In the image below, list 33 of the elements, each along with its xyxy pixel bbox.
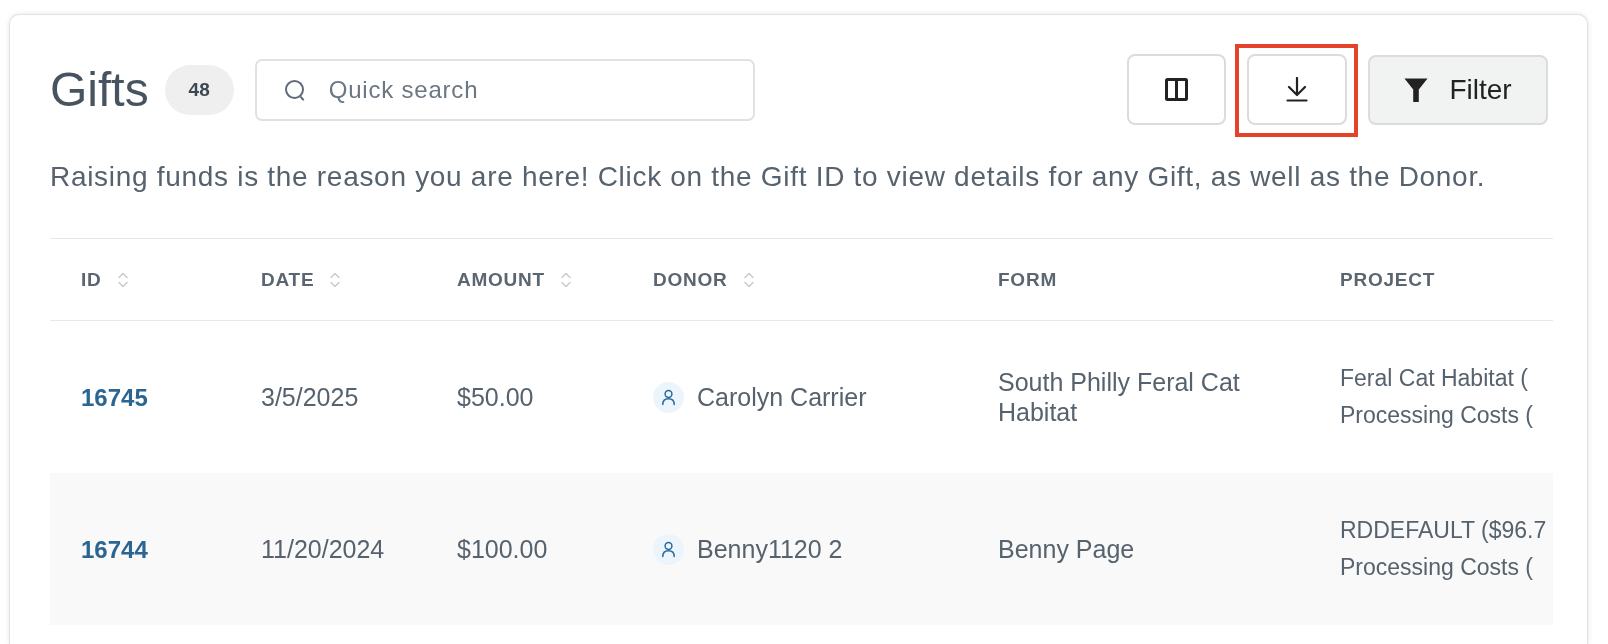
column-header[interactable]: DATE bbox=[261, 268, 315, 291]
donor-name: Carolyn Carrier bbox=[697, 382, 867, 412]
filter-icon bbox=[1404, 77, 1429, 102]
gift-amount: $100.00 bbox=[457, 534, 548, 563]
gift-id-link[interactable]: 16745 bbox=[81, 383, 148, 411]
gift-date: 3/5/2025 bbox=[261, 382, 359, 411]
form-name: Benny Page bbox=[998, 535, 1135, 563]
gift-id-link[interactable]: 16744 bbox=[81, 535, 148, 563]
column-header[interactable]: AMOUNT bbox=[457, 268, 545, 291]
columns-button[interactable] bbox=[1127, 54, 1226, 125]
column-header[interactable]: ID bbox=[81, 268, 102, 291]
gift-date: 11/20/2024 bbox=[261, 534, 385, 563]
search-field[interactable]: Quick search bbox=[254, 58, 755, 121]
count-badge: 48 bbox=[164, 64, 234, 115]
page-description: Raising funds is the reason you are here! Click on the Gift ID to view details for any Gift, as well as the Donor. bbox=[50, 160, 1487, 194]
page-title: Gifts bbox=[50, 65, 149, 114]
person-icon bbox=[653, 381, 684, 413]
download-button[interactable] bbox=[1247, 54, 1347, 125]
column-header: FORM bbox=[998, 268, 1057, 291]
project-allocation: RDDEFAULT ($96.7 bbox=[1340, 516, 1548, 545]
columns-icon bbox=[1165, 78, 1188, 101]
donor-name: Benny1120 2 bbox=[697, 534, 843, 564]
form-name: South Philly Feral Cat Habitat bbox=[998, 368, 1240, 426]
filter-button[interactable]: Filter bbox=[1368, 54, 1548, 125]
search-icon bbox=[283, 78, 306, 101]
column-header[interactable]: DONOR bbox=[653, 268, 728, 291]
project-allocation: Feral Cat Habitat ( bbox=[1340, 364, 1529, 393]
download-icon bbox=[1285, 77, 1309, 102]
column-header: PROJECT bbox=[1340, 268, 1436, 291]
person-icon bbox=[653, 533, 684, 565]
project-allocation: Processing Costs ( bbox=[1340, 553, 1534, 582]
gift-amount: $50.00 bbox=[457, 382, 534, 411]
project-allocation: Processing Costs ( bbox=[1340, 401, 1534, 430]
